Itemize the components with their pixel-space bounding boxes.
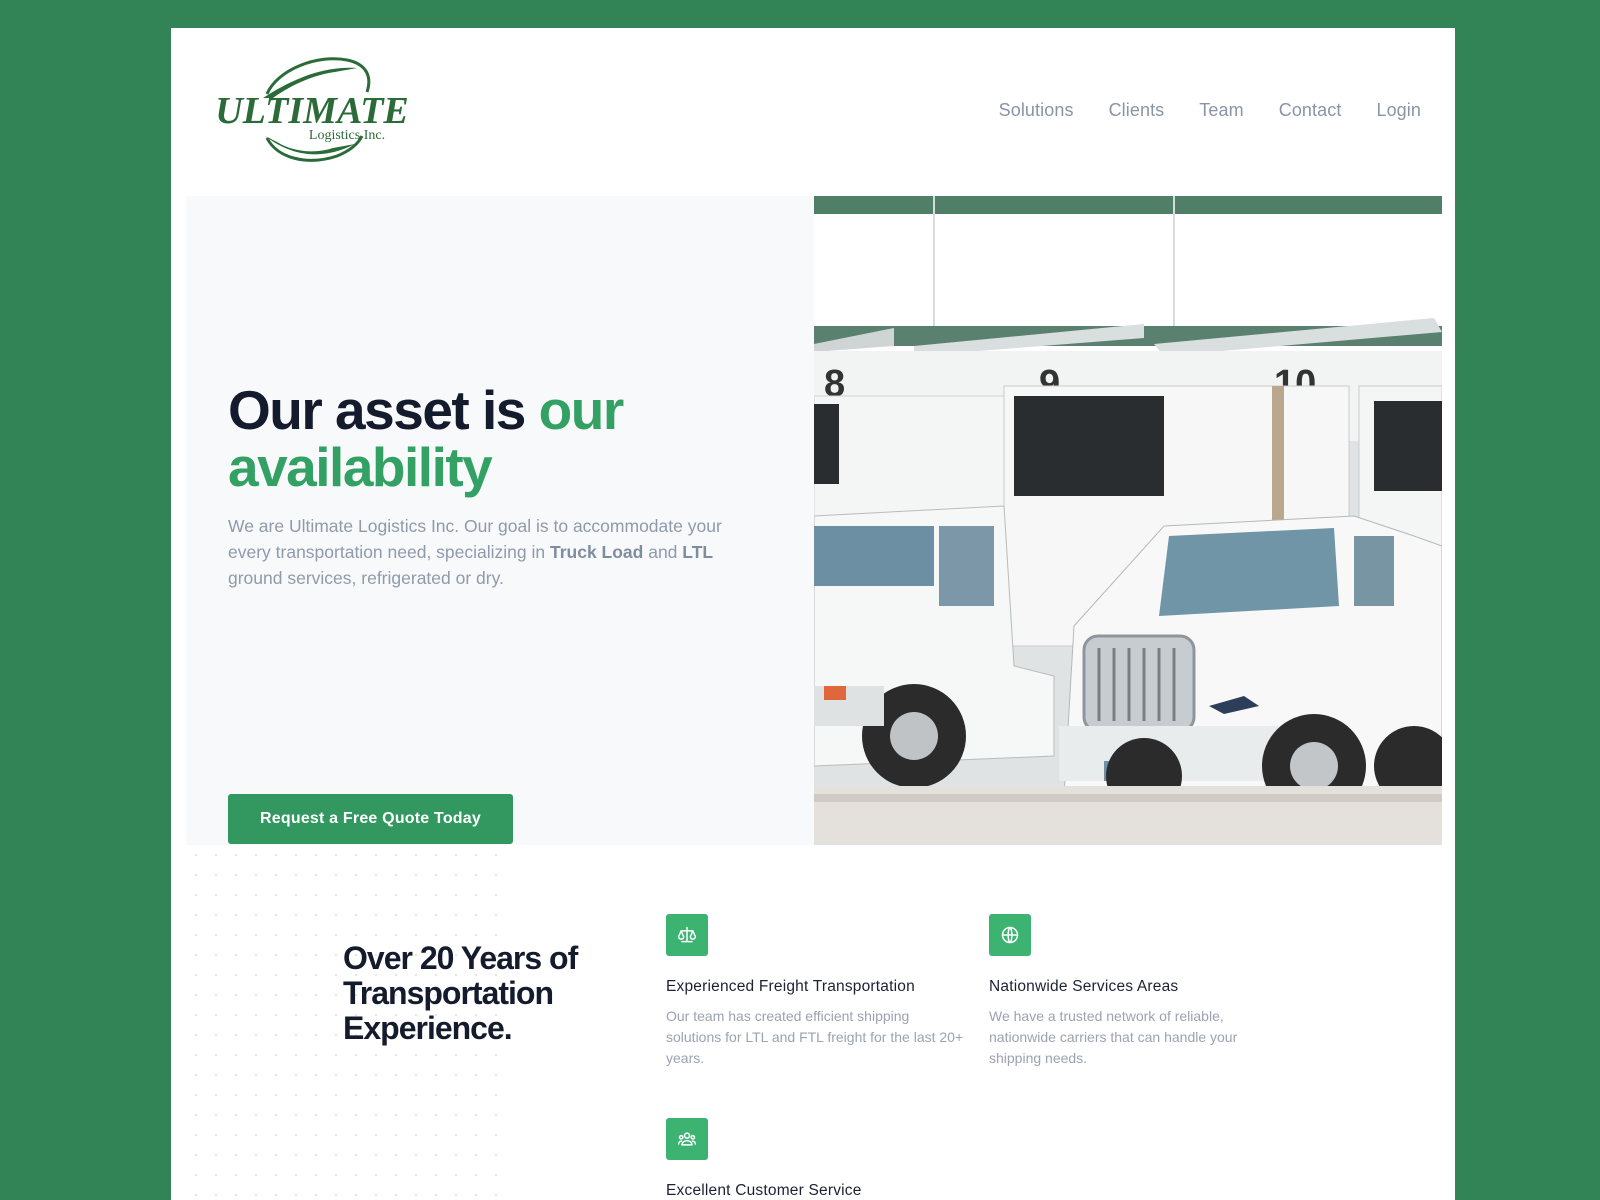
nav-login[interactable]: Login	[1376, 100, 1421, 121]
logo-graphic: ULTIMATE Logistics Inc.	[215, 57, 409, 162]
logo-subtext: Logistics Inc.	[309, 128, 385, 143]
feature-description: Our team has created efficient shipping …	[666, 1008, 964, 1066]
intro-bold-truck-load: Truck Load	[550, 542, 644, 562]
headline-dark-text: Our asset is	[228, 379, 539, 441]
nav-clients[interactable]: Clients	[1109, 100, 1165, 121]
feature-title: Experienced Freight Transportation	[666, 978, 915, 995]
experience-heading: Over 20 Years of Transportation Experien…	[343, 940, 578, 1046]
globe-icon	[989, 914, 1031, 956]
intro-text-3: ground services, refrigerated or dry.	[228, 568, 504, 588]
logo-text: ULTIMATE	[215, 90, 409, 132]
nav-team[interactable]: Team	[1199, 100, 1243, 121]
intro-bold-ltl: LTL	[682, 542, 714, 562]
hero-intro: We are Ultimate Logistics Inc. Our goal …	[228, 513, 768, 591]
company-logo[interactable]: ULTIMATE Logistics Inc.	[207, 52, 417, 164]
hero-section: Our asset is our availability We are Ult…	[186, 196, 814, 845]
page: ULTIMATE Logistics Inc. Solutions Client…	[171, 28, 1455, 1200]
feature-title: Excellent Customer Service	[666, 1182, 862, 1199]
feature-description: We have a trusted network of reliable, n…	[989, 1008, 1238, 1066]
nav-solutions[interactable]: Solutions	[999, 100, 1074, 121]
hero-image-trucks: 8 9 10	[814, 196, 1442, 845]
main-nav: Solutions Clients Team Contact Login	[999, 100, 1421, 121]
hero-headline: Our asset is our availability	[228, 382, 788, 496]
feature-freight: Experienced Freight Transportation Our t…	[666, 914, 966, 1069]
users-icon	[666, 1118, 708, 1160]
truck-photo: 8 9 10	[814, 196, 1442, 845]
feature-nationwide: Nationwide Services Areas We have a trus…	[989, 914, 1289, 1069]
nav-contact[interactable]: Contact	[1279, 100, 1342, 121]
feature-title: Nationwide Services Areas	[989, 978, 1179, 995]
feature-customer-service: Excellent Customer Service	[666, 1118, 966, 1200]
scale-icon	[666, 914, 708, 956]
request-quote-button[interactable]: Request a Free Quote Today	[228, 794, 513, 844]
intro-text-2: and	[643, 542, 683, 562]
